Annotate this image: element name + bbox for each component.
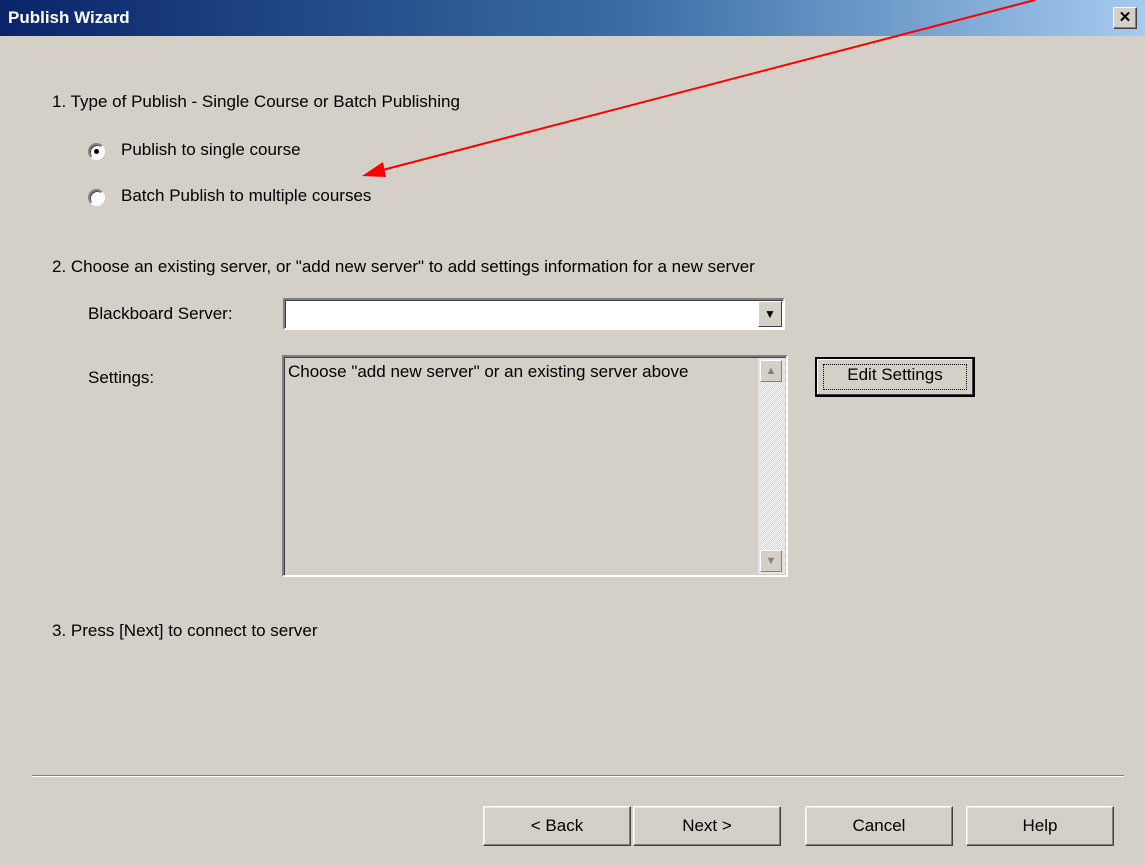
annotation-arrow-icon	[362, 0, 1036, 177]
publish-wizard-dialog: Publish Wizard ✕ 1. Type of Publish - Si…	[0, 0, 1145, 865]
